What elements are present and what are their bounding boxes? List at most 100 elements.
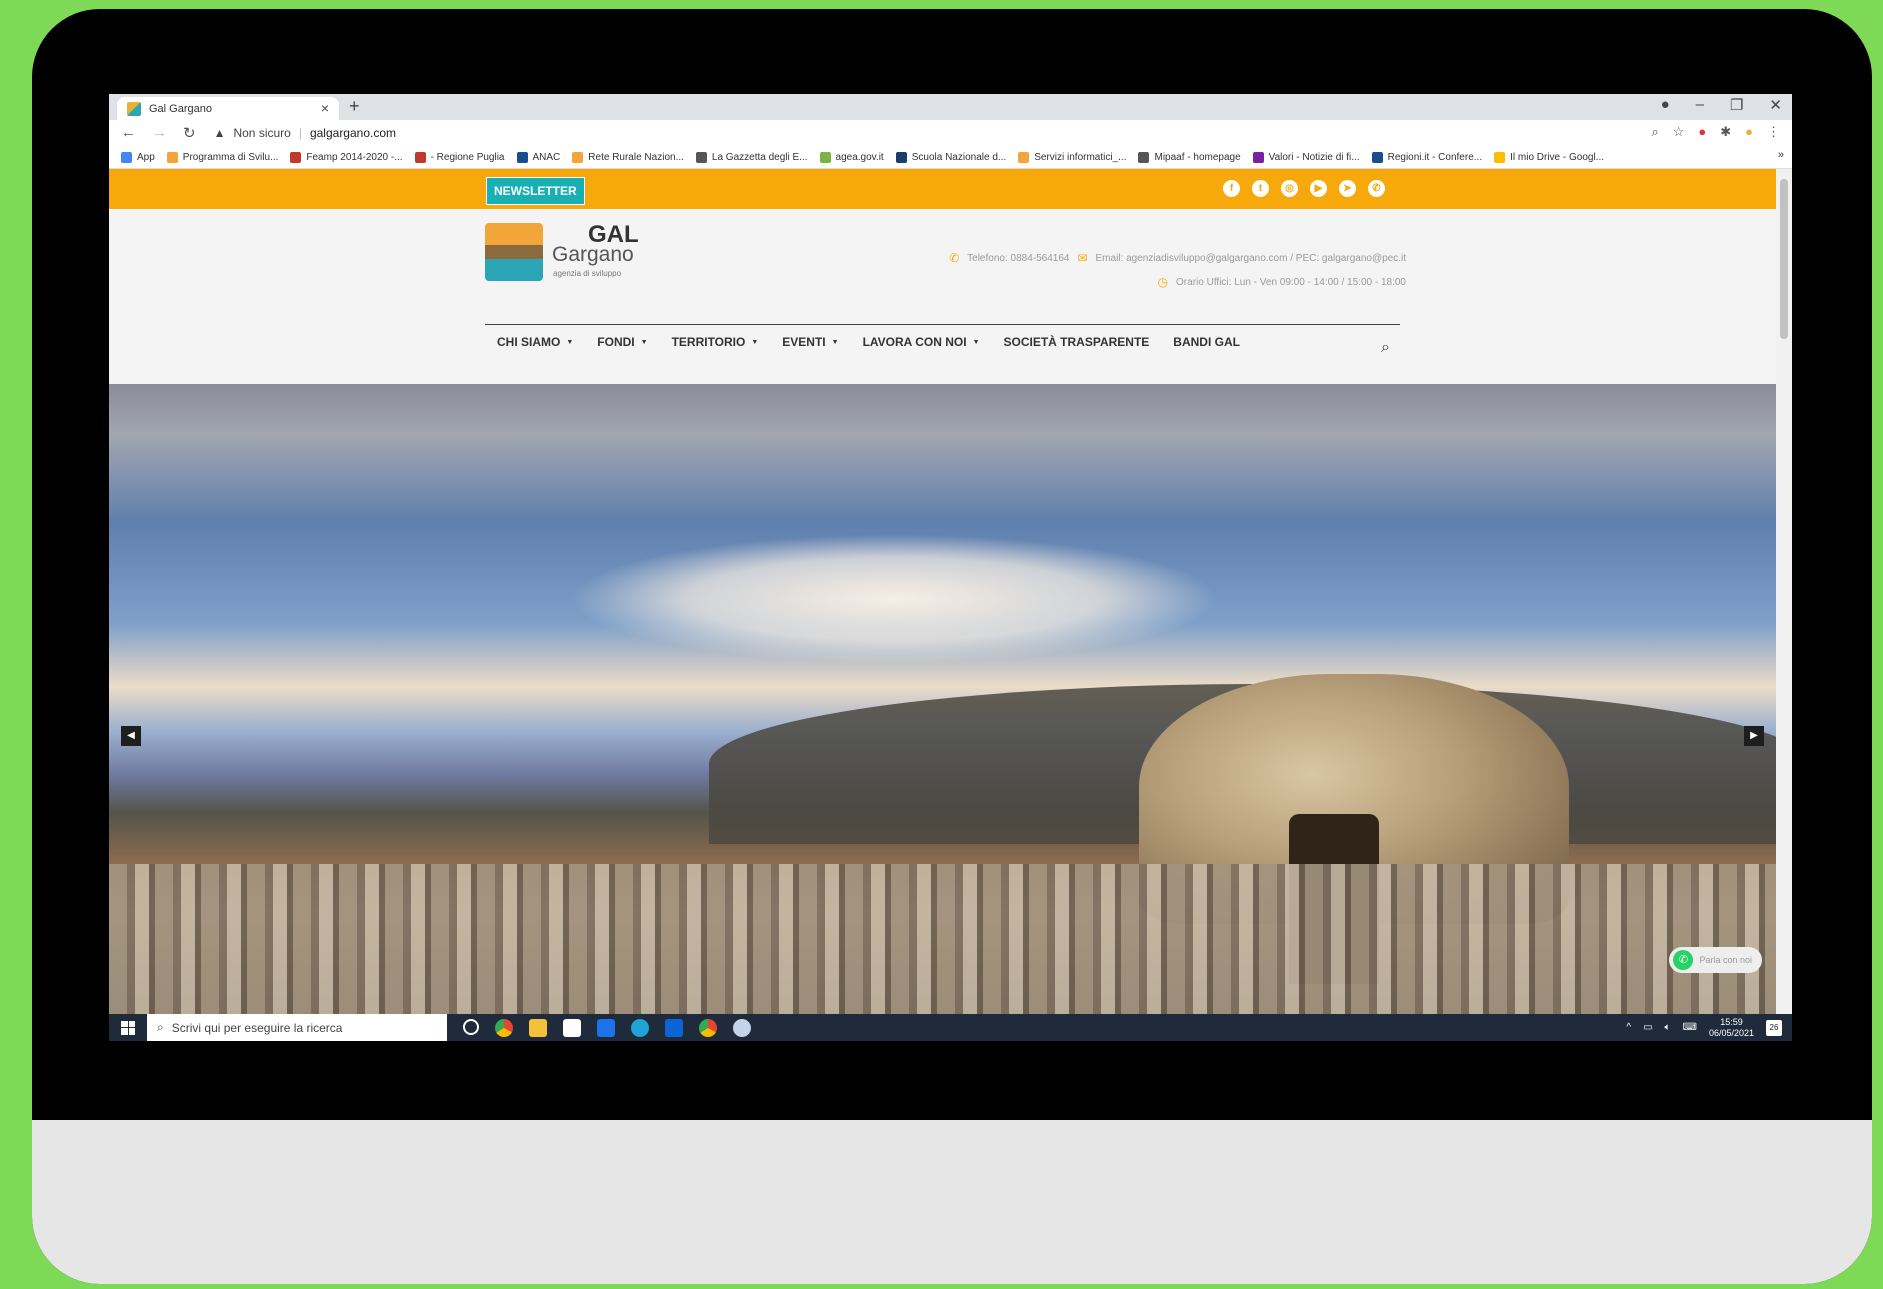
system-tray: ^ ▭ 🔈︎ ⌨︎ 15:59 06/05/2021 26 — [1626, 1014, 1782, 1041]
instagram-icon[interactable]: ◎ — [1281, 180, 1298, 197]
window-controls: ● – ❐ ✕ — [1661, 96, 1782, 114]
keyboard-icon[interactable]: ⌨︎ — [1683, 1022, 1697, 1033]
menu-item-lavora-con-noi[interactable]: LAVORA CON NOI ▼ — [863, 335, 980, 349]
menu-item-bandi-gal[interactable]: BANDI GAL — [1173, 335, 1240, 349]
profile-icon[interactable]: ● — [1661, 96, 1670, 114]
url-field[interactable]: ▲ Non sicuro | galgargano.com — [214, 126, 396, 140]
bookmark-label: Valori - Notizie di fi... — [1268, 151, 1360, 163]
chrome-active-icon[interactable] — [699, 1018, 717, 1037]
twitter-icon[interactable]: t — [1252, 180, 1269, 197]
apps-grid-icon — [121, 151, 132, 163]
bookmark-item[interactable]: Regioni.it - Confere... — [1371, 151, 1483, 163]
new-tab-button[interactable]: + — [349, 96, 360, 117]
bookmark-label: Rete Rurale Nazion... — [588, 151, 684, 163]
chevron-down-icon: ▼ — [831, 338, 839, 346]
bookmark-item[interactable]: Servizi informatici_... — [1018, 151, 1126, 163]
bookmarks-bar: App Programma di Svilu... Feamp 2014-202… — [109, 146, 1792, 169]
bookmark-item[interactable]: Valori - Notizie di fi... — [1252, 151, 1360, 163]
warning-icon: ▲ — [213, 126, 226, 140]
volume-icon[interactable]: 🔈︎ — [1665, 1022, 1671, 1033]
back-arrow-icon[interactable]: ← — [121, 124, 136, 142]
youtube-icon[interactable]: ▶ — [1310, 180, 1327, 197]
menu-item-eventi[interactable]: EVENTI ▼ — [782, 335, 838, 349]
taskbar-search-input[interactable]: ⌕ Scrivi qui per eseguire la ricerca — [147, 1014, 447, 1041]
bookmark-item[interactable]: ANAC — [516, 151, 560, 163]
menu-kebab-icon[interactable]: ⋮ — [1767, 124, 1780, 140]
reload-icon[interactable]: ↻ — [183, 124, 196, 142]
slider-prev-button[interactable]: ◀ — [121, 726, 141, 746]
hero-slider: ◀ ▶ ✆ Parla con noi — [109, 384, 1776, 1014]
close-window-button[interactable]: ✕ — [1769, 96, 1782, 114]
restore-button[interactable]: ❐ — [1730, 96, 1743, 114]
whatsapp-chat-button[interactable]: ✆ Parla con noi — [1669, 947, 1762, 973]
browser-tab[interactable]: Gal Gargano × — [117, 97, 339, 120]
extension-icon[interactable]: ● — [1698, 124, 1706, 140]
facebook-icon[interactable]: f — [1223, 180, 1240, 197]
notifications-badge[interactable]: 26 — [1766, 1019, 1782, 1036]
site-logo[interactable]: GAL Gargano agenzia di sviluppo — [485, 221, 641, 283]
header-divider — [485, 324, 1400, 325]
browser-tab-bar: Gal Gargano × + ● – ❐ ✕ — [109, 94, 1792, 120]
menu-item-societa-trasparente[interactable]: SOCIETÀ TRASPARENTE — [1004, 335, 1150, 349]
chrome-icon[interactable] — [495, 1018, 513, 1037]
menu-item-territorio[interactable]: TERRITORIO ▼ — [672, 335, 759, 349]
bookmark-label: App — [137, 151, 155, 163]
menu-item-fondi[interactable]: FONDI ▼ — [597, 335, 647, 349]
tab-close-icon[interactable]: × — [321, 100, 329, 116]
bookmark-item[interactable]: Programma di Svilu... — [166, 151, 278, 163]
windows-start-icon[interactable] — [121, 1020, 135, 1035]
puzzle-icon[interactable]: ✱ — [1720, 124, 1731, 140]
paint-icon[interactable] — [733, 1018, 751, 1037]
newsletter-button[interactable]: NEWSLETTER — [486, 177, 585, 205]
address-bar-row: ← → ↻ ▲ Non sicuro | galgargano.com ⌕ ☆ … — [109, 120, 1792, 146]
slider-next-button[interactable]: ▶ — [1744, 726, 1764, 746]
bookmark-item[interactable]: App — [121, 151, 155, 163]
monitor-frame: Gal Gargano × + ● – ❐ ✕ ← → ↻ ▲ Non sicu… — [32, 9, 1872, 1284]
network-icon[interactable]: ▭ — [1643, 1022, 1652, 1033]
telegram-icon[interactable]: ➤ — [1339, 180, 1356, 197]
email-text: Email: agenziadisviluppo@galgargano.com … — [1095, 252, 1406, 264]
hero-stone-wall — [109, 864, 1776, 1014]
store-icon[interactable] — [563, 1018, 581, 1037]
bookmark-favicon-icon — [1252, 151, 1264, 163]
bookmark-item[interactable]: Mipaaf - homepage — [1138, 151, 1241, 163]
taskbar-clock[interactable]: 15:59 06/05/2021 — [1709, 1017, 1754, 1039]
zoom-icon[interactable]: ⌕ — [1651, 124, 1658, 140]
clock-icon: ◷ — [1157, 275, 1169, 289]
whatsapp-icon[interactable]: ✆ — [1368, 180, 1385, 197]
hero-cloud — [569, 534, 1219, 664]
bookmark-favicon-icon — [819, 151, 831, 163]
address-bar-actions: ⌕ ☆ ● ✱ ● ⋮ — [1651, 124, 1780, 140]
task-view-icon[interactable] — [463, 1018, 479, 1035]
bookmark-label: Regioni.it - Confere... — [1387, 151, 1483, 163]
scrollbar-thumb[interactable] — [1780, 179, 1788, 339]
minimize-button[interactable]: – — [1696, 96, 1704, 114]
chevron-up-icon[interactable]: ^ — [1626, 1022, 1631, 1033]
phone-icon: ✆ — [949, 251, 960, 265]
file-explorer-icon[interactable] — [529, 1018, 547, 1037]
menu-item-chi-siamo[interactable]: CHI SIAMO ▼ — [497, 335, 573, 349]
logo-mark-icon — [485, 223, 543, 281]
phone-text: Telefono: 0884-564164 — [967, 252, 1070, 264]
social-links: f t ◎ ▶ ➤ ✆ — [1223, 180, 1385, 197]
bookmark-item[interactable]: Scuola Nazionale d... — [895, 151, 1006, 163]
avatar[interactable]: ● — [1745, 124, 1753, 140]
bookmark-item[interactable]: - Regione Puglia — [414, 151, 505, 163]
bookmarks-overflow-button[interactable]: » — [1778, 149, 1784, 161]
bookmark-item[interactable]: Feamp 2014-2020 -... — [290, 151, 403, 163]
web-page: NEWSLETTER f t ◎ ▶ ➤ ✆ GAL Gargano agenz… — [109, 169, 1776, 1014]
bookmark-item[interactable]: agea.gov.it — [819, 151, 884, 163]
outlook-icon[interactable] — [665, 1018, 683, 1037]
bookmark-item[interactable]: La Gazzetta degli E... — [695, 151, 808, 163]
forward-arrow-icon[interactable]: → — [152, 124, 167, 142]
main-menu: CHI SIAMO ▼ FONDI ▼ TERRITORIO ▼ EVENTI ▼ LA… — [497, 335, 1240, 349]
mail-icon[interactable] — [597, 1018, 615, 1037]
bookmark-item[interactable]: Il mio Drive - Googl... — [1494, 151, 1604, 163]
bookmark-star-icon[interactable]: ☆ — [1673, 124, 1685, 140]
edge-icon[interactable] — [631, 1018, 649, 1037]
bookmark-favicon-icon — [695, 151, 707, 163]
bookmark-favicon-icon — [1371, 151, 1383, 163]
search-icon[interactable]: ⌕ — [1381, 339, 1390, 357]
page-scrollbar[interactable] — [1776, 169, 1792, 1014]
bookmark-item[interactable]: Rete Rurale Nazion... — [572, 151, 684, 163]
